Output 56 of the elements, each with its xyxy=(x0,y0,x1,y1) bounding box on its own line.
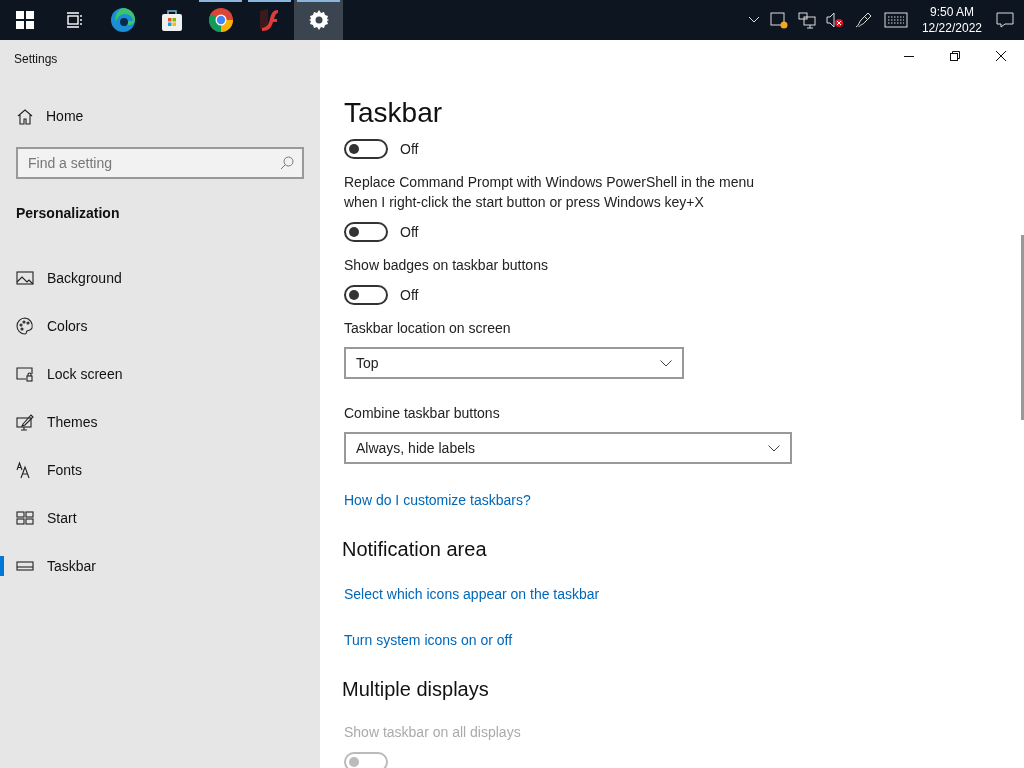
section-title: Personalization xyxy=(16,204,121,223)
keyboard-icon[interactable] xyxy=(883,12,908,28)
nav-item[interactable]: Background xyxy=(0,254,320,302)
window-title: Settings xyxy=(14,51,59,68)
nav-item[interactable]: Colors xyxy=(0,302,320,350)
toggle-state: Off xyxy=(400,222,419,242)
help-link[interactable]: How do I customize taskbars? xyxy=(344,492,531,508)
chevron-down-icon xyxy=(660,359,672,367)
palette-icon xyxy=(16,317,34,335)
toggle-switch[interactable] xyxy=(344,285,388,305)
setting-label: Taskbar location on screen xyxy=(344,319,512,338)
page-title: Taskbar xyxy=(344,96,444,130)
network-warning-icon[interactable] xyxy=(769,11,788,29)
clock[interactable]: 9:50 AM 12/22/2022 xyxy=(917,4,986,36)
nav-item[interactable]: Start xyxy=(0,494,320,542)
taskbar-app-button[interactable] xyxy=(294,0,343,40)
nav-item[interactable]: Home xyxy=(16,106,320,127)
tiles-icon xyxy=(16,509,34,527)
setting-label: Show badges on taskbar buttons xyxy=(344,256,549,275)
home-icon xyxy=(16,107,34,126)
pen-icon[interactable] xyxy=(853,11,874,29)
chevron-up-icon[interactable] xyxy=(747,16,760,24)
picture-icon xyxy=(16,269,34,287)
help-link[interactable]: Turn system icons on or off xyxy=(344,632,513,648)
themes-icon xyxy=(16,413,34,431)
browser-icon xyxy=(207,7,234,33)
nav-item[interactable]: Lock screen xyxy=(0,350,320,398)
task-view-icon xyxy=(64,11,83,29)
notifications-icon[interactable] xyxy=(996,11,1014,29)
speaker-muted-icon[interactable] xyxy=(825,11,844,29)
nav-item[interactable]: Themes xyxy=(0,398,320,446)
search-field[interactable]: Find a setting xyxy=(16,147,304,179)
dropdown[interactable]: Top xyxy=(344,347,684,379)
search-icon xyxy=(280,156,294,170)
section-heading: Multiple displays xyxy=(342,677,490,702)
store-bag-icon xyxy=(159,8,184,32)
toggle-state: Off xyxy=(400,139,419,159)
gear-icon xyxy=(308,10,329,30)
setting-label: Show taskbar on all displays xyxy=(344,723,522,742)
section-heading: Notification area xyxy=(342,537,488,562)
network-icon[interactable] xyxy=(797,11,816,29)
minimize-icon xyxy=(904,55,914,57)
lock-screen-icon xyxy=(16,365,34,383)
close-icon xyxy=(996,51,1006,61)
toggle-state: Off xyxy=(400,285,419,305)
chevron-down-icon xyxy=(768,444,780,452)
browser-icon xyxy=(109,7,136,33)
toggle-switch[interactable] xyxy=(344,222,388,242)
setting-label: Replace Command Prompt with Windows PowerShell in the menu when I right-click the start button or press Windows key+X xyxy=(344,173,756,212)
setting-label: Combine taskbar buttons xyxy=(344,404,501,423)
dropdown[interactable]: Always, hide labels xyxy=(344,432,792,464)
nav-item[interactable]: Fonts xyxy=(0,446,320,494)
windows-logo-icon xyxy=(15,11,34,29)
help-link[interactable]: Select which icons appear on the taskbar xyxy=(344,586,600,602)
restore-icon xyxy=(950,51,960,61)
toggle-switch[interactable] xyxy=(344,139,388,159)
